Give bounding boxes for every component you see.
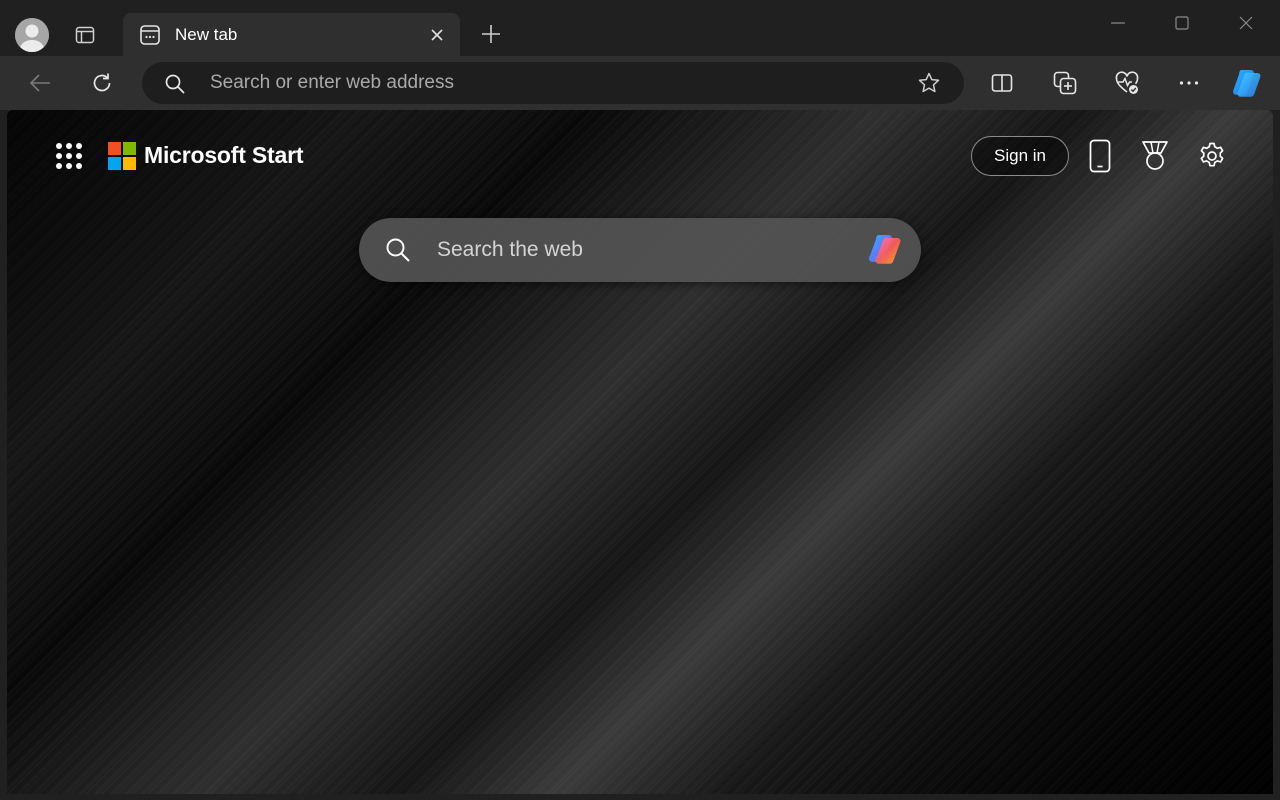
phone-button[interactable]	[1086, 138, 1114, 174]
collections-button[interactable]	[1046, 64, 1084, 102]
new-tab-icon	[139, 24, 161, 46]
rewards-button[interactable]	[1138, 138, 1172, 174]
window-close-button[interactable]	[1228, 8, 1264, 38]
address-input[interactable]	[210, 62, 890, 104]
heart-pulse-icon	[1115, 71, 1139, 94]
browser-essentials-button[interactable]	[1108, 64, 1146, 102]
app-launcher-icon[interactable]	[53, 140, 85, 172]
sign-in-button[interactable]: Sign in	[971, 136, 1069, 176]
minimize-icon	[1111, 22, 1125, 24]
address-bar[interactable]	[142, 62, 964, 104]
brand-title[interactable]: Microsoft Start	[144, 142, 303, 169]
search-icon	[164, 73, 186, 95]
copilot-icon[interactable]	[865, 230, 909, 270]
tab-title: New tab	[175, 25, 238, 44]
profile-avatar-icon[interactable]	[15, 18, 49, 52]
microsoft-logo[interactable]	[108, 142, 136, 170]
copilot-button[interactable]	[1229, 64, 1267, 102]
split-screen-icon	[991, 74, 1013, 92]
favorite-button[interactable]	[912, 71, 946, 95]
maximize-icon	[1175, 16, 1189, 30]
plus-icon	[482, 25, 500, 43]
copilot-icon	[1233, 70, 1261, 97]
refresh-icon	[93, 73, 111, 92]
collections-icon	[1053, 71, 1077, 95]
more-options-button[interactable]	[1170, 64, 1208, 102]
new-tab-page: Microsoft Start Sign in	[7, 110, 1273, 794]
settings-button[interactable]	[1195, 138, 1229, 174]
browser-toolbar	[0, 56, 1280, 110]
star-icon	[918, 72, 940, 93]
web-search-box[interactable]	[359, 218, 921, 282]
tab-actions-button[interactable]	[68, 18, 102, 52]
tab-strip: New tab	[0, 0, 1280, 56]
background-image	[7, 110, 1273, 794]
ellipsis-icon	[1179, 81, 1199, 85]
minimize-button[interactable]	[1100, 8, 1136, 38]
maximize-button[interactable]	[1164, 8, 1200, 38]
phone-icon	[1089, 139, 1111, 173]
close-icon	[1239, 16, 1253, 30]
tab-actions-icon	[75, 26, 95, 44]
new-tab-button[interactable]	[474, 17, 508, 51]
search-icon	[385, 237, 411, 263]
refresh-button[interactable]	[83, 64, 121, 102]
gear-icon	[1200, 142, 1224, 167]
tab-close-button[interactable]	[425, 23, 449, 47]
arrow-left-icon	[29, 74, 50, 92]
close-icon	[431, 29, 443, 41]
split-screen-button[interactable]	[983, 64, 1021, 102]
tab-new-tab[interactable]: New tab	[123, 13, 460, 56]
rewards-medal-icon	[1142, 141, 1168, 170]
back-button[interactable]	[21, 64, 59, 102]
web-search-input[interactable]	[437, 218, 847, 282]
